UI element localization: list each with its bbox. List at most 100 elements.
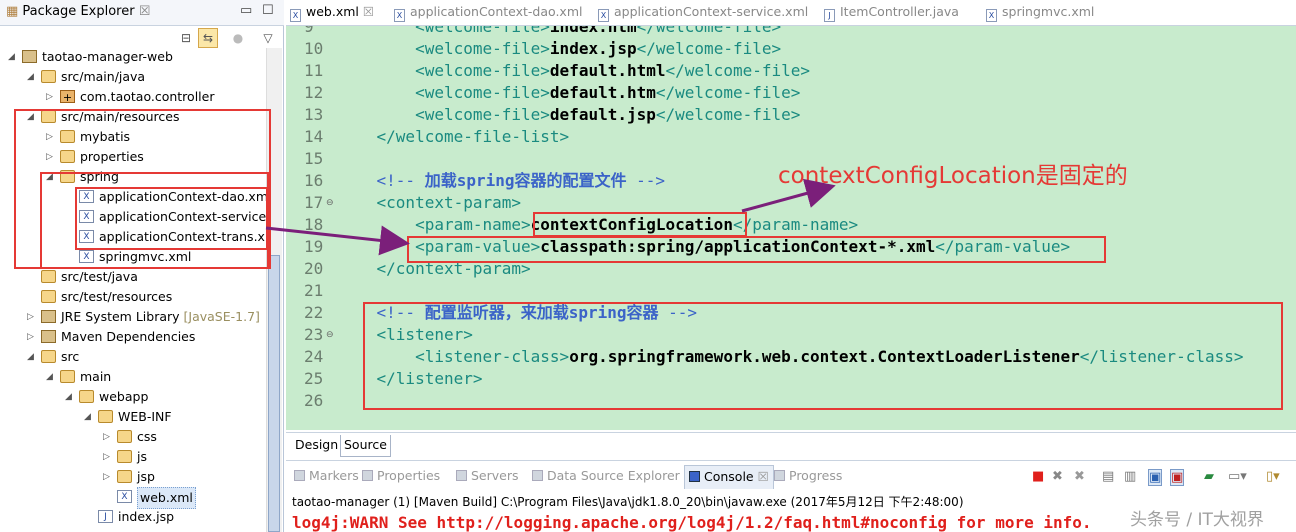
link-with-editor-icon[interactable]: ⇆ bbox=[198, 28, 218, 48]
tree-item[interactable]: ◢ webapp bbox=[0, 387, 264, 407]
tree-item[interactable]: ◢ main bbox=[0, 367, 264, 387]
tab-design[interactable]: Design bbox=[292, 435, 341, 457]
tree-item[interactable]: src/test/java bbox=[0, 267, 264, 287]
item-name: com.taotao.controller bbox=[80, 89, 215, 104]
collapse-arrow-icon[interactable]: ◢ bbox=[46, 367, 53, 387]
console-tab[interactable]: Markers bbox=[294, 468, 359, 483]
show-on-stdout-icon[interactable]: ▣ bbox=[1148, 469, 1163, 486]
editor-tab[interactable]: J ItemController.java bbox=[824, 4, 959, 22]
comment: 加载spring容器的配置文件 bbox=[424, 171, 627, 190]
servers-icon bbox=[456, 470, 467, 481]
tree-item[interactable]: ▷ JRE System Library [JavaSE-1.7] bbox=[0, 307, 264, 327]
tree-item-label: WEB-INF bbox=[118, 407, 172, 427]
code-line: <welcome-file>default.htm</welcome-file> bbox=[338, 82, 800, 104]
line-number: 25 bbox=[304, 369, 324, 388]
tree-item-label: jsp bbox=[137, 467, 155, 487]
view-menu-icon[interactable]: ▽ bbox=[258, 28, 278, 48]
focus-icon[interactable]: ● bbox=[228, 28, 248, 48]
close-icon[interactable]: ☒ bbox=[363, 4, 374, 19]
open-console-icon[interactable]: ▯▾ bbox=[1266, 469, 1280, 484]
tab-label: Properties bbox=[377, 468, 441, 483]
remove-launch-icon[interactable]: ✖ bbox=[1052, 469, 1063, 484]
tree-item-label: main bbox=[80, 367, 111, 387]
console-tab[interactable]: Data Source Explorer bbox=[532, 468, 680, 483]
tree-item[interactable]: ◢ taotao-manager-web bbox=[0, 47, 264, 67]
expand-arrow-icon[interactable]: ▷ bbox=[103, 427, 110, 447]
collapse-arrow-icon[interactable]: ◢ bbox=[84, 407, 91, 427]
tree-item[interactable]: ▷ js bbox=[0, 447, 264, 467]
xml-value: index.jsp bbox=[549, 39, 637, 58]
expand-arrow-icon[interactable]: ▷ bbox=[103, 467, 110, 487]
xml-tag: </welcome-file> bbox=[655, 105, 801, 124]
show-on-stderr-icon[interactable]: ▣ bbox=[1170, 469, 1185, 486]
close-icon[interactable]: ☒ bbox=[758, 469, 769, 484]
item-name: js bbox=[137, 449, 147, 464]
tree-item-label: src/main/java bbox=[61, 67, 145, 87]
terminate-icon[interactable]: ■ bbox=[1032, 469, 1044, 484]
clear-console-icon[interactable]: ▤ bbox=[1102, 469, 1114, 484]
tree-item[interactable]: src/test/resources bbox=[0, 287, 264, 307]
collapse-arrow-icon[interactable]: ◢ bbox=[8, 47, 15, 67]
package-explorer-tab[interactable]: ▦ Package Explorer ☒ ▭ ☐ bbox=[0, 0, 284, 26]
collapse-arrow-icon[interactable]: ◢ bbox=[65, 387, 72, 407]
code-line: </welcome-file-list> bbox=[338, 126, 570, 148]
xml-file-icon: X bbox=[598, 9, 609, 22]
editor-tab[interactable]: XapplicationContext-service.xml bbox=[598, 4, 808, 22]
close-icon[interactable]: ☒ bbox=[139, 4, 151, 19]
console-tab[interactable]: Properties bbox=[362, 468, 440, 483]
tree-item[interactable]: ▷ jsp bbox=[0, 467, 264, 487]
line-number: 24 bbox=[304, 347, 324, 366]
remove-all-icon[interactable]: ✖ bbox=[1074, 469, 1085, 484]
scroll-lock-icon[interactable]: ▥ bbox=[1124, 469, 1136, 484]
maximize-icon[interactable]: ☐ bbox=[262, 3, 274, 18]
item-name: src/test/resources bbox=[61, 289, 173, 304]
editor-tab[interactable]: XapplicationContext-dao.xml bbox=[394, 4, 582, 22]
tree-item[interactable]: ◢ WEB-INF bbox=[0, 407, 264, 427]
tab-label: springmvc.xml bbox=[1002, 4, 1095, 19]
tree-item[interactable]: ▷ + com.taotao.controller bbox=[0, 87, 264, 107]
fold-icon[interactable]: ⊖ bbox=[326, 198, 334, 208]
minimize-icon[interactable]: ▭ bbox=[240, 3, 252, 18]
fold-icon[interactable]: ⊖ bbox=[326, 330, 334, 340]
console-tab[interactable]: Servers bbox=[456, 468, 519, 483]
tree-item[interactable]: Xweb.xml bbox=[0, 487, 264, 509]
collapse-all-icon[interactable]: ⊟ bbox=[176, 28, 196, 48]
line-number: 18 bbox=[304, 215, 324, 234]
jsp-file-icon: J bbox=[98, 510, 113, 523]
tree-item[interactable]: ▷ Maven Dependencies bbox=[0, 327, 264, 347]
xml-tag: </welcome-file> bbox=[636, 39, 782, 58]
editor-tab[interactable]: Xspringmvc.xml bbox=[986, 4, 1094, 22]
code-line: <!-- 加载spring容器的配置文件 --> bbox=[338, 170, 666, 192]
xml-file-icon: X bbox=[394, 9, 405, 22]
display-console-icon[interactable]: ▭▾ bbox=[1228, 469, 1247, 484]
tree-item[interactable]: ◢ src/main/java bbox=[0, 67, 264, 87]
pin-console-icon[interactable]: ▰ bbox=[1204, 469, 1214, 484]
console-tab[interactable]: Console ☒ bbox=[684, 465, 774, 489]
line-number: 23 bbox=[304, 325, 324, 344]
tree-item[interactable]: Jindex.jsp bbox=[0, 507, 264, 527]
scrollbar-thumb[interactable] bbox=[268, 255, 280, 532]
tree-item-label: js bbox=[137, 447, 147, 467]
tree-item-label: css bbox=[137, 427, 157, 447]
annotation-text: contextConfigLocation是固定的 bbox=[778, 163, 1128, 189]
tree-item[interactable]: ◢ src bbox=[0, 347, 264, 367]
expand-arrow-icon[interactable]: ▷ bbox=[46, 87, 53, 107]
folder-icon bbox=[79, 390, 94, 403]
code-line: <welcome-file>default.html</welcome-file… bbox=[338, 60, 810, 82]
console-tab[interactable]: Progress bbox=[774, 468, 842, 483]
expand-arrow-icon[interactable]: ▷ bbox=[27, 307, 34, 327]
console-icon bbox=[689, 471, 700, 482]
collapse-arrow-icon[interactable]: ◢ bbox=[27, 347, 34, 367]
folder-icon bbox=[41, 350, 56, 363]
item-name: taotao-manager-web bbox=[42, 49, 173, 64]
tab-source[interactable]: Source bbox=[340, 435, 391, 457]
editor-tab[interactable]: Xweb.xml ☒ bbox=[290, 4, 374, 22]
tree-item[interactable]: ▷ css bbox=[0, 427, 264, 447]
project-icon bbox=[22, 50, 37, 63]
collapse-arrow-icon[interactable]: ◢ bbox=[27, 67, 34, 87]
item-name: src/main/java bbox=[61, 69, 146, 84]
xml-file-icon: X bbox=[986, 9, 997, 22]
expand-arrow-icon[interactable]: ▷ bbox=[27, 327, 34, 347]
code-line: <welcome-file>index.jsp</welcome-file> bbox=[338, 38, 781, 60]
expand-arrow-icon[interactable]: ▷ bbox=[103, 447, 110, 467]
